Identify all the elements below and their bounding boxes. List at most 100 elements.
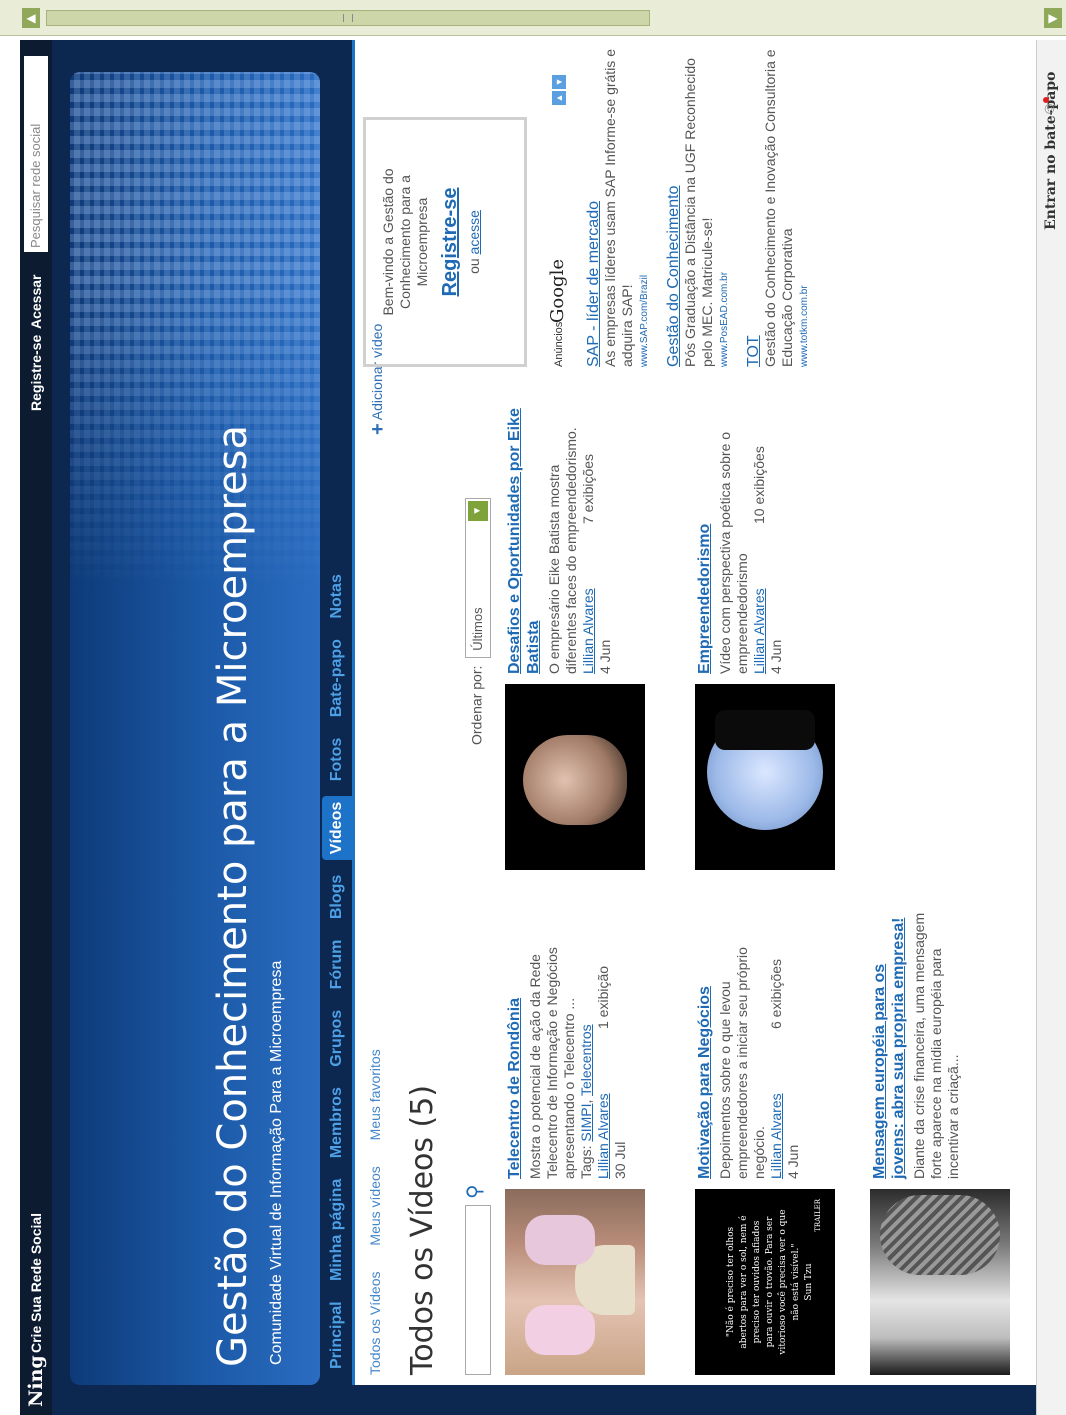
site-title[interactable]: Gestão do Conhecimento para a Microempre… — [210, 425, 256, 1367]
thumb-shape — [525, 1305, 595, 1355]
video-author[interactable]: Lillian Alvares — [595, 1093, 611, 1179]
banner-pattern — [70, 72, 320, 592]
video-meta: Lillian Alvares 7 exibições — [580, 404, 597, 674]
thumb-shape — [880, 1195, 1000, 1275]
or-text: ou — [466, 258, 482, 274]
video-info: Mensagem européia para os jovens: abra s… — [870, 909, 962, 1179]
my-favorites-link[interactable]: Meus favoritos — [367, 1049, 383, 1140]
video-date: 4 Jun — [768, 639, 784, 674]
video-author[interactable]: Lillian Alvares — [751, 588, 767, 674]
site-subtitle: Comunidade Virtual de Informação Para a … — [268, 960, 285, 1365]
video-author[interactable]: Lillian Alvares — [768, 1093, 784, 1179]
tab-principal[interactable]: Principal — [322, 1295, 352, 1375]
register-link[interactable]: Registre-se — [28, 335, 44, 411]
search-icon[interactable]: ⚲ — [462, 1184, 487, 1199]
all-videos-link[interactable]: Todos os Vídeos — [367, 1271, 383, 1375]
tab-bate-papo[interactable]: Bate-papo — [322, 633, 352, 723]
prev-ad-icon[interactable]: ▲ — [552, 91, 566, 105]
chat-user-icon[interactable]: ☺ — [1041, 101, 1059, 117]
video-date: 4 Jun — [597, 639, 613, 674]
video-thumbnail[interactable] — [870, 1189, 1010, 1375]
video-date: 30 Jul — [612, 1141, 628, 1179]
ad-url[interactable]: www.SAP.com/Brazil — [636, 47, 653, 367]
next-ad-icon[interactable]: ▼ — [552, 75, 566, 89]
content-area: Todos os Vídeos Meus vídeos Meus favorit… — [352, 40, 1066, 1385]
video-thumbnail[interactable] — [505, 684, 645, 870]
thumb-trailer: TRAILER — [814, 1199, 822, 1232]
video-search-input[interactable] — [465, 1205, 491, 1375]
tab-membros[interactable]: Membros — [322, 1081, 352, 1164]
scrollbar-grip — [343, 14, 353, 22]
ad-text: Pós Graduação a Distância na UGF Reconhe… — [682, 58, 715, 367]
tag-link[interactable]: SIMPI — [578, 1104, 594, 1142]
tab-grupos[interactable]: Grupos — [322, 1004, 352, 1073]
thumb-quote: "Não é preciso ter olhos abertos para ve… — [726, 1209, 801, 1355]
tab-fotos[interactable]: Fotos — [322, 732, 352, 788]
enter-chat-link[interactable]: Entrar no bate-papo — [1043, 72, 1059, 230]
welcome-box: Bem-vindo a Gestão do Conhecimento para … — [363, 117, 527, 367]
video-thumbnail[interactable] — [505, 1189, 645, 1375]
thumb-shape — [715, 710, 815, 750]
video-item: Desafios e Oportunidades por Eike Batist… — [505, 400, 675, 870]
ad-title[interactable]: Gestão do Conhecimento — [665, 47, 682, 367]
ad-url[interactable]: www.PosEAD.com.br — [716, 47, 733, 367]
video-date: 4 Jun — [785, 1144, 801, 1179]
network-search-input[interactable]: Pesquisar rede social — [24, 56, 48, 252]
sort-select[interactable]: Últimos ▼ — [465, 497, 491, 658]
videos-column: Todos os Vídeos Meus vídeos Meus favorit… — [355, 324, 1055, 1375]
video-subnav: Todos os Vídeos Meus vídeos Meus favorit… — [367, 1027, 383, 1375]
ning-logo[interactable]: Ning — [25, 1355, 47, 1407]
welcome-text: Bem-vindo a Gestão do Conhecimento para … — [380, 168, 430, 316]
video-thumbnail[interactable]: "Não é preciso ter olhos abertos para ve… — [695, 1189, 835, 1375]
web-page: Ning Crie Sua Rede Social Registre-se Ac… — [20, 40, 1066, 1415]
tab-blogs[interactable]: Blogs — [322, 869, 352, 925]
ads-nav: ▲▼ — [549, 73, 567, 105]
video-title[interactable]: Empreendedorismo — [695, 404, 714, 674]
register-link[interactable]: Registre-se — [439, 132, 462, 352]
login-link[interactable]: acesse — [466, 210, 482, 254]
tab-notas[interactable]: Notas — [322, 568, 352, 624]
ad-title[interactable]: TOT — [745, 47, 762, 367]
chat-bar: Entrar no bate-papo ☺ — [1036, 40, 1066, 1415]
ad-title[interactable]: SAP - líder de mercado — [585, 47, 602, 367]
video-views: 10 exibições — [751, 446, 767, 524]
video-title[interactable]: Telecentro de Rondônia — [505, 909, 524, 1179]
video-tags: Tags: SIMPI, Telecentros — [578, 1024, 594, 1179]
plus-icon: + — [367, 423, 389, 435]
video-thumbnail[interactable] — [695, 684, 835, 870]
video-description: Mostra o potencial de ação da Rede Telec… — [527, 947, 577, 1179]
google-logo[interactable]: Google — [547, 259, 568, 323]
video-info: Desafios e Oportunidades por Eike Batist… — [505, 404, 614, 674]
login-link[interactable]: Acessar — [28, 275, 44, 330]
ad-item: Gestão do Conhecimento Pós Graduação a D… — [665, 47, 733, 367]
main-nav: Principal Minha página Membros Grupos Fó… — [322, 564, 352, 1375]
ads-label[interactable]: Anúncios — [553, 322, 565, 367]
thumb-shape — [525, 1215, 595, 1265]
thumb-quote-author: Sun Tzu — [804, 1263, 814, 1301]
video-author[interactable]: Lillian Alvares — [580, 588, 596, 674]
tab-forum[interactable]: Fórum — [322, 934, 352, 996]
login-line: ou acesse — [466, 132, 482, 352]
video-title[interactable]: Mensagem européia para os jovens: abra s… — [870, 909, 908, 1179]
my-videos-link[interactable]: Meus vídeos — [367, 1166, 383, 1245]
crie-rede-link[interactable]: Crie Sua Rede Social — [28, 1213, 44, 1353]
ad-url[interactable]: www.totkm.com.br — [796, 47, 813, 367]
video-meta: Lillian Alvares 6 exibições — [768, 909, 785, 1179]
sort-label: Ordenar por: — [468, 665, 485, 745]
chevron-down-icon[interactable]: ▼ — [468, 500, 488, 521]
video-views: 7 exibições — [580, 453, 596, 524]
tab-videos[interactable]: Vídeos — [322, 795, 352, 861]
scrollbar-thumb[interactable] — [46, 10, 650, 26]
tag-link[interactable]: Telecentros — [578, 1024, 594, 1096]
ad-text: Gestão do Conhecimento e Inovação Consul… — [762, 49, 795, 367]
google-ads: Anúncios Google ▲▼ SAP - líder de mercad… — [545, 47, 813, 367]
video-title[interactable]: Motivação para Negócios — [695, 909, 714, 1179]
horizontal-scrollbar[interactable]: ◀ ▶ — [0, 0, 1066, 36]
video-item: "Não é preciso ter olhos abertos para ve… — [695, 905, 865, 1375]
browser-viewport: Ning Crie Sua Rede Social Registre-se Ac… — [20, 40, 1066, 1415]
scroll-right-icon[interactable]: ▶ — [1044, 8, 1062, 28]
tab-minha-pagina[interactable]: Minha página — [322, 1173, 352, 1287]
video-title[interactable]: Desafios e Oportunidades por Eike Batist… — [505, 404, 543, 674]
search-icon[interactable]: ⚲ — [26, 58, 46, 70]
scroll-left-icon[interactable]: ◀ — [22, 8, 40, 28]
